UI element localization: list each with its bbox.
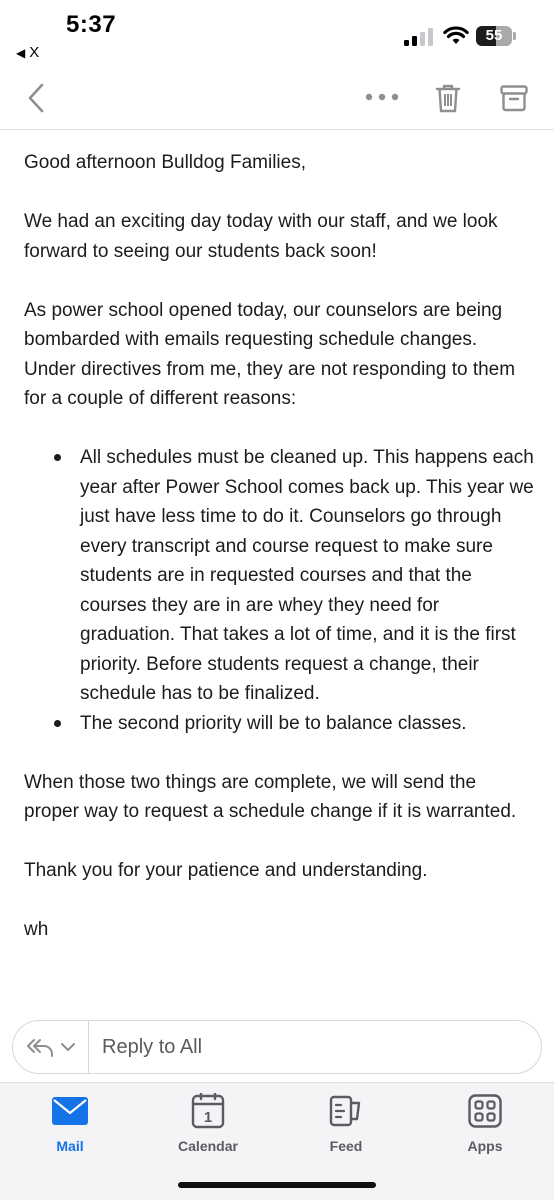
reply-options-button[interactable]	[13, 1021, 89, 1073]
calendar-day: 1	[204, 1109, 212, 1126]
list-item: All schedules must be cleaned up. This h…	[24, 443, 534, 709]
chevron-down-icon	[60, 1043, 75, 1051]
calendar-icon: 1	[191, 1093, 225, 1129]
tab-label: Apps	[467, 1138, 503, 1154]
tab-label: Calendar	[178, 1138, 238, 1154]
email-paragraph: We had an exciting day today with our st…	[24, 211, 498, 262]
home-indicator[interactable]	[178, 1182, 376, 1188]
feed-icon	[329, 1095, 361, 1127]
bullet-dot	[54, 719, 61, 727]
more-horizontal-icon	[365, 93, 399, 101]
email-body: Good afternoon Bulldog Families, We had …	[24, 148, 534, 945]
list-item-text: All schedules must be cleaned up. This h…	[80, 447, 534, 704]
list-item-text: The second priority will be to balance c…	[80, 712, 467, 734]
delete-button[interactable]	[430, 78, 466, 118]
back-button[interactable]	[18, 78, 54, 118]
tab-label: Mail	[56, 1138, 84, 1154]
back-triangle-icon: ◀	[16, 45, 26, 60]
status-time: 5:37	[66, 11, 117, 38]
archive-icon	[500, 85, 528, 112]
more-options-button[interactable]	[362, 82, 402, 112]
tab-apps[interactable]: Apps	[430, 1091, 540, 1161]
tab-label: Feed	[329, 1138, 363, 1154]
email-paragraph: When those two things are complete, we w…	[24, 771, 517, 823]
cellular-signal-icon	[404, 28, 433, 46]
tab-mail[interactable]: Mail	[15, 1091, 125, 1161]
reply-bar: Reply to All	[12, 1020, 542, 1074]
list-item: The second priority will be to balance c…	[24, 709, 534, 739]
wifi-icon	[443, 26, 469, 44]
status-bar: 5:37 ◀ X 55	[0, 0, 554, 72]
back-app-label: X	[29, 44, 40, 61]
email-bullet-list: All schedules must be cleaned up. This h…	[24, 443, 534, 738]
back-to-app-button[interactable]: ◀ X	[16, 44, 39, 61]
email-closing: Thank you for your patience and understa…	[24, 860, 428, 881]
archive-button[interactable]	[496, 78, 532, 118]
email-greeting: Good afternoon Bulldog Families,	[24, 152, 306, 173]
reply-to-all-button[interactable]: Reply to All	[89, 1036, 202, 1059]
email-signature: wh	[24, 919, 49, 940]
trash-icon	[435, 84, 461, 113]
tab-feed[interactable]: Feed	[291, 1091, 401, 1161]
reply-all-icon	[26, 1039, 53, 1057]
battery-level: 55	[485, 27, 503, 44]
bullet-dot	[54, 454, 61, 461]
battery-icon: 55	[476, 26, 516, 46]
email-paragraph: As power school opened today, our counse…	[24, 299, 516, 410]
apps-icon	[468, 1094, 502, 1128]
tab-calendar[interactable]: 1 Calendar	[153, 1091, 263, 1161]
message-toolbar	[0, 72, 554, 130]
chevron-left-icon	[28, 83, 44, 113]
mail-icon	[52, 1097, 88, 1125]
